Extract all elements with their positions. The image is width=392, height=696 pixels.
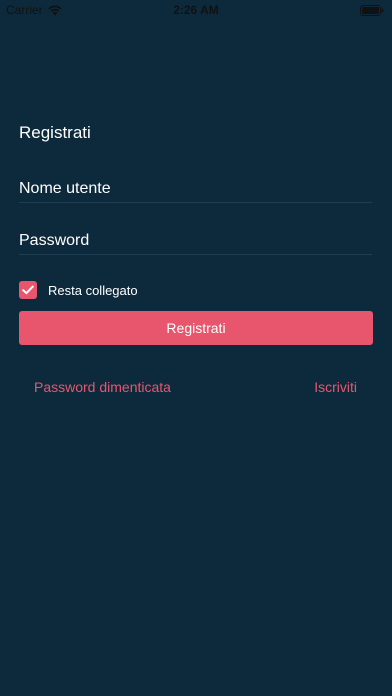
remember-me-label: Resta collegato xyxy=(48,282,138,298)
signup-link[interactable]: Iscriviti xyxy=(314,379,357,395)
password-field[interactable] xyxy=(19,230,372,255)
remember-me-row[interactable]: Resta collegato xyxy=(19,281,138,299)
register-button[interactable]: Registrati xyxy=(19,311,373,345)
forgot-password-link[interactable]: Password dimenticata xyxy=(34,379,171,395)
remember-me-checkbox[interactable] xyxy=(19,281,37,299)
username-field[interactable] xyxy=(19,178,372,203)
clock: 2:26 AM xyxy=(173,3,219,17)
page-title: Registrati xyxy=(19,123,91,142)
checkmark-icon xyxy=(22,285,34,295)
password-input[interactable] xyxy=(19,230,372,252)
login-screen: Carrier 2:26 AM Registrati Resta collega… xyxy=(0,0,392,696)
battery-icon xyxy=(360,5,384,16)
status-bar: Carrier 2:26 AM xyxy=(0,0,392,20)
username-input[interactable] xyxy=(19,178,372,200)
